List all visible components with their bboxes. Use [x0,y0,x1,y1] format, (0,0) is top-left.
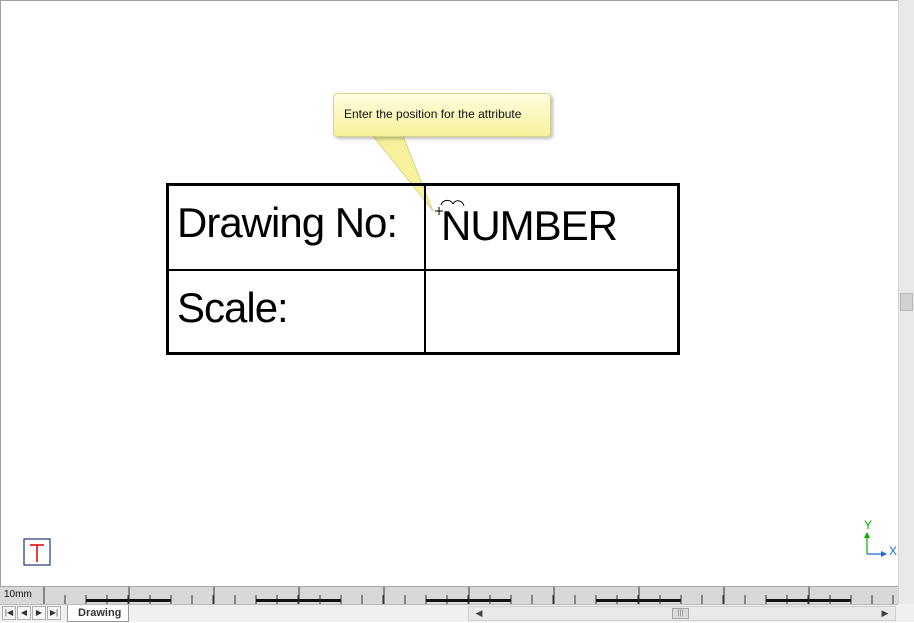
prompt-tooltip: Enter the position for the attribute [333,93,551,137]
ucs-y-label: Y [864,518,872,532]
next-tab-button[interactable]: ▶ [32,606,46,620]
prev-tab-icon: ◀ [20,608,28,617]
ruler-ticks [43,587,894,604]
first-tab-icon: |◀ [4,608,14,617]
drawing-no-label-cell: Drawing No: [169,186,424,269]
paper-space-icon [23,538,51,566]
scroll-right-arrow-icon[interactable]: ▶ [877,607,893,620]
scroll-left-arrow-icon[interactable]: ◀ [471,607,487,620]
scale-label-cell: Scale: [169,271,424,352]
scale-ruler: 10mm [0,586,898,604]
tooltip-text: Enter the position for the attribute [344,107,522,121]
drawing-canvas[interactable]: Enter the position for the attribute Dra… [0,0,898,586]
drawing-no-label: Drawing No: [177,199,398,246]
prev-tab-button[interactable]: ◀ [17,606,31,620]
last-tab-button[interactable]: ▶| [47,606,61,620]
ucs-x-label: X [889,544,897,558]
layout-tab-bar: |◀ ◀ ▶ ▶| Drawing ◀ ||| ▶ [0,604,914,622]
title-block-table[interactable]: Drawing No: NUMBER Scale: [166,183,680,355]
scale-label: Scale: [177,284,289,331]
last-tab-icon: ▶| [49,608,59,617]
first-tab-button[interactable]: |◀ [2,606,16,620]
scrollbar-corner [898,604,914,622]
crosshair-cursor-icon [435,199,465,215]
ruler-scale-label: 10mm [4,589,32,600]
next-tab-icon: ▶ [35,608,43,617]
scale-value-cell[interactable] [426,271,677,352]
vertical-scroll-thumb[interactable] [900,293,913,311]
horizontal-scroll-thumb[interactable]: ||| [672,608,689,619]
horizontal-scrollbar[interactable]: ◀ ||| ▶ [468,606,896,621]
tab-drawing[interactable]: Drawing [67,605,129,622]
vertical-scrollbar[interactable] [898,0,914,604]
ucs-axis-icon: Y X [864,518,897,558]
tab-drawing-label: Drawing [78,607,122,619]
